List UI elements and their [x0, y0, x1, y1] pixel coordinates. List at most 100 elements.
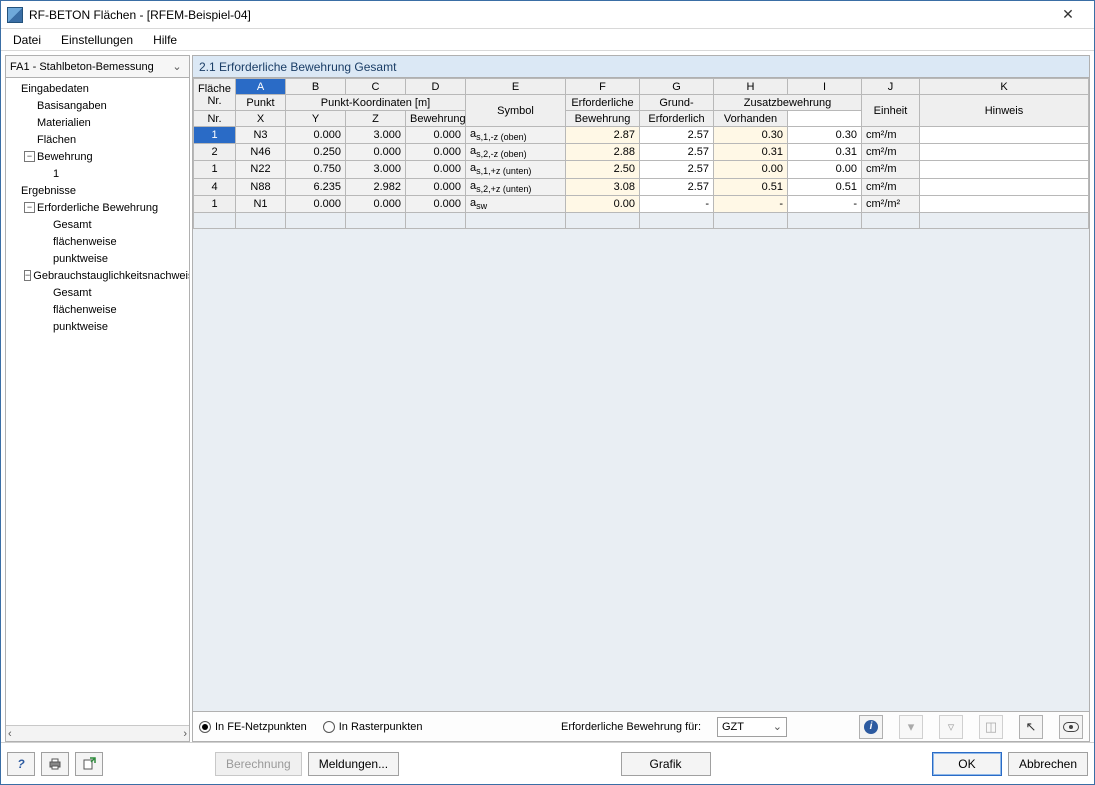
cell-erf[interactable]: 2.88	[566, 144, 640, 161]
col-zus-vor[interactable]: Vorhanden	[714, 111, 788, 127]
ok-button[interactable]: OK	[932, 752, 1002, 776]
cell-symbol[interactable]: as,1,+z (unten)	[466, 161, 566, 178]
col-E[interactable]: E	[466, 79, 566, 95]
menu-file[interactable]: Datei	[3, 31, 51, 49]
cell-y[interactable]: 0.000	[346, 144, 406, 161]
col-D[interactable]: D	[406, 79, 466, 95]
filter-button[interactable]: ▾	[899, 715, 923, 739]
cell-unit[interactable]: cm²/m	[862, 178, 920, 195]
cell-grund[interactable]: 2.57	[640, 161, 714, 178]
col-flaeche[interactable]: FlächeNr.	[194, 79, 236, 111]
col-H[interactable]: H	[714, 79, 788, 95]
cell-hinweis[interactable]	[920, 144, 1089, 161]
col-punkt[interactable]: Punkt	[236, 95, 286, 111]
close-button[interactable]: ✕	[1048, 5, 1088, 25]
cell-z[interactable]: 0.000	[406, 195, 466, 212]
menu-settings[interactable]: Einstellungen	[51, 31, 143, 49]
row-header[interactable]: 1	[194, 161, 236, 178]
tree-erf-gesamt[interactable]: Gesamt	[6, 216, 189, 233]
cell-z[interactable]: 0.000	[406, 178, 466, 195]
cell-grund[interactable]: -	[640, 195, 714, 212]
info-button[interactable]: i	[859, 715, 883, 739]
cell-x[interactable]: 0.000	[286, 127, 346, 144]
tree-gzn-punkt[interactable]: punktweise	[6, 318, 189, 335]
col-punkt-nr[interactable]: Nr.	[194, 111, 236, 127]
erf-bewehrung-select[interactable]: GZT ⌄	[717, 717, 787, 737]
col-z[interactable]: Z	[346, 111, 406, 127]
cell-punkt[interactable]: N3	[236, 127, 286, 144]
col-I[interactable]: I	[788, 79, 862, 95]
tree-eingabedaten[interactable]: Eingabedaten	[6, 80, 189, 97]
table-row[interactable]: 1N30.0003.0000.000as,1,-z (oben)2.872.57…	[194, 127, 1089, 144]
cell-hinweis[interactable]	[920, 178, 1089, 195]
cell-y[interactable]: 0.000	[346, 195, 406, 212]
meldungen-button[interactable]: Meldungen...	[308, 752, 399, 776]
col-erf2[interactable]: Bewehrung	[406, 111, 466, 127]
menu-help[interactable]: Hilfe	[143, 31, 187, 49]
col-x[interactable]: X	[236, 111, 286, 127]
grafik-button[interactable]: Grafik	[621, 752, 711, 776]
cell-x[interactable]: 0.750	[286, 161, 346, 178]
nav-tree[interactable]: Eingabedaten Basisangaben Materialien Fl…	[6, 78, 189, 725]
col-grund[interactable]: Grund-	[640, 95, 714, 111]
tree-materialien[interactable]: Materialien	[6, 114, 189, 131]
cell-zv[interactable]: 0.51	[788, 178, 862, 195]
cell-symbol[interactable]: as,2,+z (unten)	[466, 178, 566, 195]
tree-basisangaben[interactable]: Basisangaben	[6, 97, 189, 114]
cell-punkt[interactable]: N46	[236, 144, 286, 161]
print-button[interactable]	[41, 752, 69, 776]
col-zusatz[interactable]: Zusatzbewehrung	[714, 95, 862, 111]
col-K[interactable]: K	[920, 79, 1089, 95]
cell-symbol[interactable]: as,1,-z (oben)	[466, 127, 566, 144]
tree-ergebnisse[interactable]: Ergebnisse	[6, 182, 189, 199]
cell-ze[interactable]: 0.30	[714, 127, 788, 144]
abbrechen-button[interactable]: Abbrechen	[1008, 752, 1088, 776]
cell-unit[interactable]: cm²/m	[862, 161, 920, 178]
scroll-left-icon[interactable]: ‹	[8, 728, 12, 740]
cell-erf[interactable]: 0.00	[566, 195, 640, 212]
table-row[interactable]: 2N460.2500.0000.000as,2,-z (oben)2.882.5…	[194, 144, 1089, 161]
cell-x[interactable]: 6.235	[286, 178, 346, 195]
cell-zv[interactable]: 0.30	[788, 127, 862, 144]
tree-gzn[interactable]: −Gebrauchstauglichkeitsnachweis	[6, 267, 189, 284]
table-row[interactable]: 1N220.7503.0000.000as,1,+z (unten)2.502.…	[194, 161, 1089, 178]
scroll-right-icon[interactable]: ›	[183, 728, 187, 740]
cell-symbol[interactable]: asw	[466, 195, 566, 212]
cell-hinweis[interactable]	[920, 161, 1089, 178]
cell-grund[interactable]: 2.57	[640, 144, 714, 161]
tree-gzn-flaechen[interactable]: flächenweise	[6, 301, 189, 318]
cell-z[interactable]: 0.000	[406, 127, 466, 144]
loadcase-selector[interactable]: FA1 - Stahlbeton-Bemessung ⌄	[6, 56, 189, 78]
show-button[interactable]	[1059, 715, 1083, 739]
col-y[interactable]: Y	[286, 111, 346, 127]
cell-erf[interactable]: 2.50	[566, 161, 640, 178]
view-button[interactable]: ◫	[979, 715, 1003, 739]
cell-hinweis[interactable]	[920, 195, 1089, 212]
col-J[interactable]: J	[862, 79, 920, 95]
col-zus-erf[interactable]: Erforderlich	[640, 111, 714, 127]
cell-unit[interactable]: cm²/m	[862, 127, 920, 144]
cell-hinweis[interactable]	[920, 127, 1089, 144]
col-koord[interactable]: Punkt-Koordinaten [m]	[286, 95, 466, 111]
cell-symbol[interactable]: as,2,-z (oben)	[466, 144, 566, 161]
tree-erf-punkt[interactable]: punktweise	[6, 250, 189, 267]
cell-grund[interactable]: 2.57	[640, 178, 714, 195]
tree-bewehrung-1[interactable]: 1	[6, 165, 189, 182]
cell-x[interactable]: 0.000	[286, 195, 346, 212]
col-B[interactable]: B	[286, 79, 346, 95]
row-header[interactable]: 1	[194, 127, 236, 144]
cell-zv[interactable]: -	[788, 195, 862, 212]
cell-z[interactable]: 0.000	[406, 144, 466, 161]
radio-rasterpunkte[interactable]: In Rasterpunkten	[323, 721, 423, 733]
col-G[interactable]: G	[640, 79, 714, 95]
table-row[interactable]: 4N886.2352.9820.000as,2,+z (unten)3.082.…	[194, 178, 1089, 195]
tree-erf-flaechen[interactable]: flächenweise	[6, 233, 189, 250]
col-einheit[interactable]: Einheit	[862, 95, 920, 127]
tree-erf-bewehrung[interactable]: −Erforderliche Bewehrung	[6, 199, 189, 216]
table-row[interactable]: 1N10.0000.0000.000asw0.00---cm²/m²	[194, 195, 1089, 212]
cell-punkt[interactable]: N88	[236, 178, 286, 195]
cell-punkt[interactable]: N22	[236, 161, 286, 178]
row-header[interactable]: 4	[194, 178, 236, 195]
tree-hscroll[interactable]: ‹ ›	[6, 725, 189, 741]
berechnung-button[interactable]: Berechnung	[215, 752, 302, 776]
